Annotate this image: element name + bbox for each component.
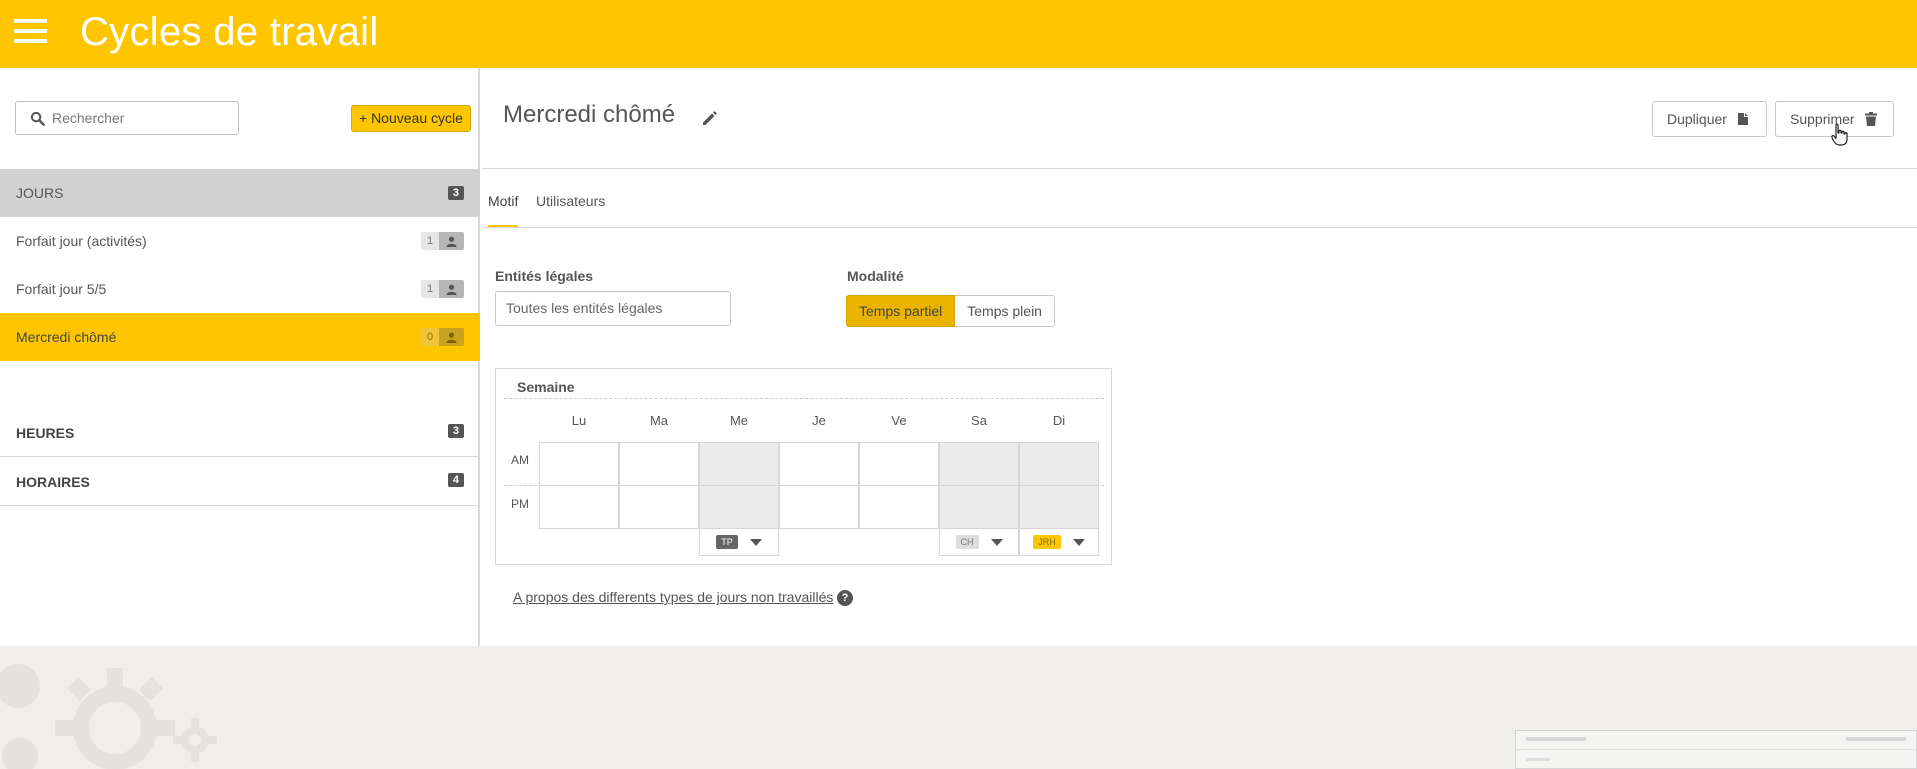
duplicate-label: Dupliquer bbox=[1667, 111, 1727, 127]
help-icon[interactable]: ? bbox=[837, 590, 853, 606]
count-badge: 3 bbox=[447, 424, 464, 438]
week-cell-me-pm[interactable] bbox=[699, 485, 779, 529]
modalite-label: Modalité bbox=[847, 268, 904, 284]
duplicate-button[interactable]: Dupliquer bbox=[1652, 101, 1767, 137]
new-cycle-button[interactable]: + Nouveau cycle bbox=[351, 105, 471, 132]
sidebar-item-mercredi-chome[interactable]: Mercredi chômé 0 bbox=[0, 313, 480, 361]
sidebar-item-forfait-jour-activites[interactable]: Forfait jour (activités) 1 bbox=[0, 217, 480, 265]
caret-down-icon bbox=[1072, 538, 1085, 546]
entites-select[interactable]: Toutes les entités légales bbox=[495, 291, 731, 326]
page-title: Mercredi chômé bbox=[503, 101, 676, 128]
user-count-badge: 0 bbox=[421, 328, 464, 346]
user-count: 1 bbox=[421, 280, 439, 298]
week-cell-di-am[interactable] bbox=[1019, 442, 1099, 486]
dayoff-tag: TP bbox=[716, 535, 738, 549]
sidebar-item-label: Forfait jour (activités) bbox=[16, 233, 147, 249]
user-icon bbox=[439, 280, 464, 298]
dayoff-type-select-me[interactable]: TP bbox=[699, 528, 779, 556]
tab-utilisateurs[interactable]: Utilisateurs bbox=[536, 178, 605, 228]
week-title: Semaine bbox=[517, 379, 575, 395]
day-header: Sa bbox=[971, 413, 987, 428]
app-title: Cycles de travail bbox=[80, 10, 379, 54]
user-count: 1 bbox=[421, 232, 439, 250]
day-header: Lu bbox=[571, 413, 587, 428]
day-header: Je bbox=[812, 413, 826, 428]
user-count-badge: 1 bbox=[421, 232, 464, 250]
week-cell-sa-am[interactable] bbox=[939, 442, 1019, 486]
sidebar-group-label: HEURES bbox=[16, 424, 75, 441]
tabs-divider bbox=[482, 227, 1917, 228]
trash-icon bbox=[1864, 112, 1877, 126]
week-cell-lu-am[interactable] bbox=[539, 442, 619, 486]
user-count-badge: 1 bbox=[421, 280, 464, 298]
week-cell-lu-pm[interactable] bbox=[539, 485, 619, 529]
caret-down-icon bbox=[749, 538, 762, 546]
count-badge: 3 bbox=[447, 186, 464, 200]
week-cell-ma-pm[interactable] bbox=[619, 485, 699, 529]
entites-label: Entités légales bbox=[495, 268, 594, 284]
dayoff-type-select-di[interactable]: JRH bbox=[1019, 528, 1099, 556]
hamburger-menu-icon[interactable] bbox=[14, 19, 47, 45]
sidebar-group-jours[interactable]: Jours 3 bbox=[0, 169, 480, 217]
modalite-toggle: Temps partiel Temps plein bbox=[846, 295, 1055, 327]
pencil-icon[interactable] bbox=[701, 109, 719, 127]
tab-motif[interactable]: Motif bbox=[488, 178, 519, 228]
gears-decoration-icon bbox=[0, 664, 217, 769]
sidebar-group-label: Jours bbox=[16, 185, 64, 201]
count-badge: 4 bbox=[447, 473, 464, 487]
user-icon bbox=[439, 232, 464, 250]
week-pattern: Semaine Lu Ma Me Je Ve Sa Di AM PM TP CH… bbox=[495, 368, 1112, 565]
week-cell-je-am[interactable] bbox=[779, 442, 859, 486]
sidebar-group-label: HORAIRES bbox=[16, 473, 90, 490]
week-cell-me-am[interactable] bbox=[699, 442, 779, 486]
day-header: Di bbox=[1052, 413, 1066, 428]
dayoff-tag: CH bbox=[955, 535, 979, 549]
about-day-types-link[interactable]: A propos des differents types de jours n… bbox=[513, 589, 833, 605]
sidebar-item-label: Mercredi chômé bbox=[16, 329, 117, 345]
search-box[interactable] bbox=[15, 101, 239, 135]
day-header: Ve bbox=[891, 413, 907, 428]
divider bbox=[482, 168, 1917, 169]
user-count: 0 bbox=[421, 328, 439, 346]
pm-label: PM bbox=[511, 497, 529, 511]
sidebar-group-heures[interactable]: HEURES 3 bbox=[0, 409, 480, 457]
week-cell-ve-pm[interactable] bbox=[859, 485, 939, 529]
week-cell-ve-am[interactable] bbox=[859, 442, 939, 486]
sidebar: + Nouveau cycle Jours 3 Forfait jour (ac… bbox=[0, 68, 480, 646]
sidebar-item-label: Forfait jour 5/5 bbox=[16, 281, 107, 297]
temps-plein-button[interactable]: Temps plein bbox=[955, 295, 1055, 327]
day-header: Ma bbox=[649, 413, 669, 428]
dayoff-tag: JRH bbox=[1033, 535, 1061, 549]
caret-down-icon bbox=[990, 538, 1003, 546]
temps-partiel-button[interactable]: Temps partiel bbox=[846, 295, 956, 327]
week-cell-sa-pm[interactable] bbox=[939, 485, 1019, 529]
am-label: AM bbox=[511, 453, 529, 467]
sidebar-group-horaires[interactable]: HORAIRES 4 bbox=[0, 458, 480, 506]
divider bbox=[504, 398, 1104, 399]
week-cell-di-pm[interactable] bbox=[1019, 485, 1099, 529]
search-input[interactable] bbox=[52, 102, 232, 134]
page-thumbnail bbox=[1515, 730, 1917, 769]
week-cell-ma-am[interactable] bbox=[619, 442, 699, 486]
main-panel: + Nouveau cycle Jours 3 Forfait jour (ac… bbox=[0, 68, 1917, 646]
dayoff-type-select-sa[interactable]: CH bbox=[939, 528, 1019, 556]
cycle-detail: Mercredi chômé Dupliquer Supprimer Motif… bbox=[482, 68, 1917, 646]
hand-cursor-icon bbox=[1831, 123, 1848, 146]
day-header: Me bbox=[729, 413, 749, 428]
sidebar-item-forfait-jour-5-5[interactable]: Forfait jour 5/5 1 bbox=[0, 265, 480, 313]
top-bar: Cycles de travail bbox=[0, 0, 1917, 68]
copy-icon bbox=[1737, 113, 1748, 125]
search-icon bbox=[30, 111, 45, 126]
user-icon bbox=[439, 328, 464, 346]
week-cell-je-pm[interactable] bbox=[779, 485, 859, 529]
